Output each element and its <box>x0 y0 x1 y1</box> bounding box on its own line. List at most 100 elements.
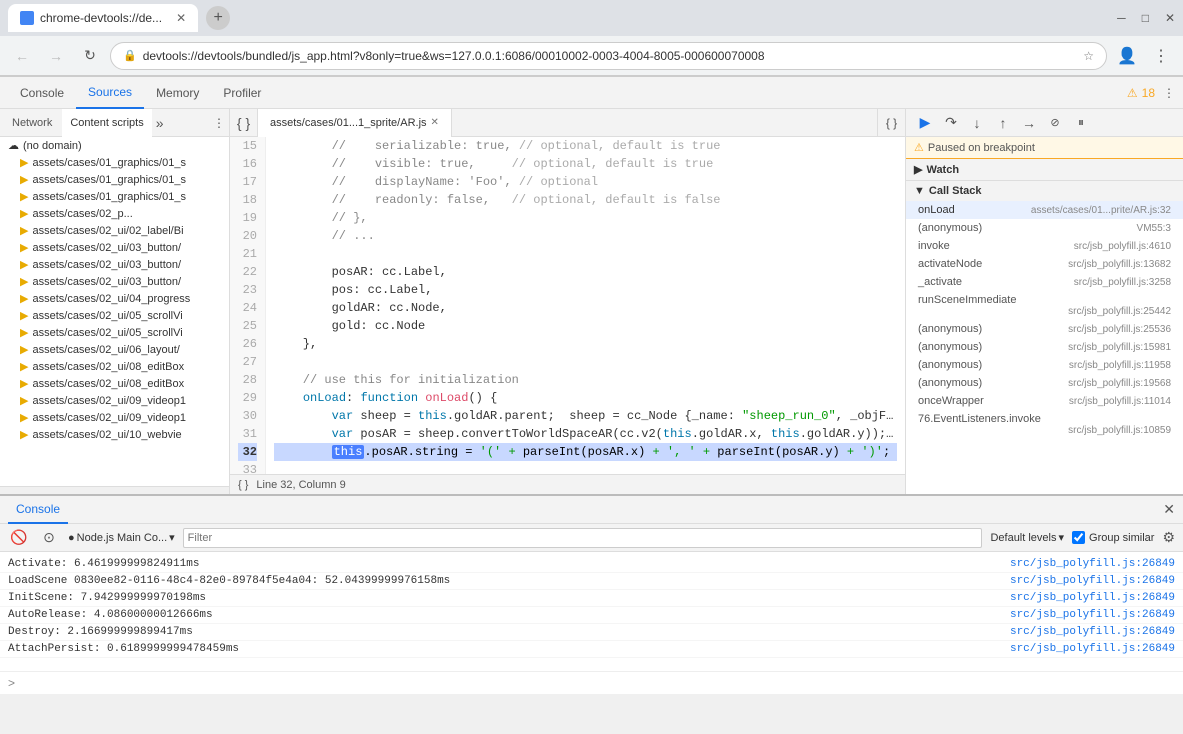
console-src[interactable]: src/jsb_polyfill.js:26849 <box>1010 643 1175 655</box>
call-stack-item[interactable]: (anonymous) src/jsb_polyfill.js:11958 <box>906 356 1183 374</box>
step-button[interactable]: → <box>1018 112 1040 134</box>
call-stack-item[interactable]: _activate src/jsb_polyfill.js:3258 <box>906 273 1183 291</box>
call-stack-fn: activateNode <box>918 258 982 270</box>
console-src[interactable]: src/jsb_polyfill.js:26849 <box>1010 558 1175 570</box>
code-line: gold: cc.Node <box>274 317 897 335</box>
list-item[interactable]: ▶ assets/cases/02_ui/03_button/ <box>0 239 229 256</box>
console-levels-selector[interactable]: Default levels ▾ <box>990 531 1064 544</box>
editor-tab-close-icon[interactable]: ✕ <box>431 117 439 128</box>
tab-more-icon[interactable]: » <box>156 115 164 131</box>
list-item[interactable]: ▶ assets/cases/02_ui/09_videop1 <box>0 409 229 426</box>
console-close-button[interactable]: ✕ <box>1163 501 1175 518</box>
console-tab-console[interactable]: Console <box>8 496 68 524</box>
user-icon[interactable]: 👤 <box>1113 42 1141 70</box>
breakpoint-status: ⚠ Paused on breakpoint <box>906 137 1183 159</box>
list-item[interactable]: ▶ assets/cases/01_graphics/01_s <box>0 188 229 205</box>
tab-console[interactable]: Console <box>8 77 76 109</box>
devtools-body: Network Content scripts » ⋮ ☁ (no domain… <box>0 109 1183 494</box>
console-src[interactable]: src/jsb_polyfill.js:26849 <box>1010 609 1175 621</box>
maximize-icon[interactable]: □ <box>1142 11 1149 25</box>
pause-on-exceptions-button[interactable]: ⏸ <box>1070 112 1092 134</box>
console-src[interactable]: src/jsb_polyfill.js:26849 <box>1010 575 1175 587</box>
folder-icon: ▶ <box>20 394 28 407</box>
call-stack-fn: (anonymous) <box>918 359 982 371</box>
tab-content-scripts[interactable]: Content scripts <box>62 109 151 137</box>
step-out-button[interactable]: ↑ <box>992 112 1014 134</box>
tab-profiler[interactable]: Profiler <box>211 77 273 109</box>
step-into-button[interactable]: ↓ <box>966 112 988 134</box>
file-panel-scrollbar[interactable] <box>0 486 229 494</box>
tab-sources[interactable]: Sources <box>76 77 144 109</box>
list-item[interactable]: ▶ assets/cases/01_graphics/01_s <box>0 154 229 171</box>
list-item[interactable]: ▶ assets/cases/02_ui/06_layout/ <box>0 341 229 358</box>
list-item[interactable]: ▶ assets/cases/02_p... <box>0 205 229 222</box>
browser-menu-icon[interactable]: ⋮ <box>1147 42 1175 70</box>
list-item[interactable]: ▶ assets/cases/02_ui/08_editBox <box>0 375 229 392</box>
console-settings-icon[interactable]: ⚙ <box>1162 529 1175 546</box>
code-line: // use this for initialization <box>274 371 897 389</box>
call-stack-loc: src/jsb_polyfill.js:15981 <box>1068 342 1171 353</box>
list-item[interactable]: ▶ assets/cases/02_ui/02_label/Bi <box>0 222 229 239</box>
forward-button[interactable]: → <box>42 42 70 70</box>
call-stack-item[interactable]: onceWrapper src/jsb_polyfill.js:11014 <box>906 392 1183 410</box>
call-stack-loc: src/jsb_polyfill.js:19568 <box>1068 378 1171 389</box>
list-item[interactable]: ▶ assets/cases/02_ui/09_videop1 <box>0 392 229 409</box>
deactivate-breakpoints-button[interactable]: ⊘ <box>1044 112 1066 134</box>
debug-panel-scroll: ▶ Watch ▼ Call Stack onLoad assets/cases… <box>906 159 1183 494</box>
list-item[interactable]: ▶ assets/cases/02_ui/04_progress <box>0 290 229 307</box>
back-button[interactable]: ← <box>8 42 36 70</box>
list-item[interactable]: ▶ assets/cases/02_ui/05_scrollVi <box>0 324 229 341</box>
address-bar[interactable]: 🔒 devtools://devtools/bundled/js_app.htm… <box>110 42 1107 70</box>
levels-label: Default levels <box>990 532 1056 544</box>
format-icon[interactable]: { } <box>238 479 248 491</box>
step-over-button[interactable]: ↷ <box>940 112 962 134</box>
list-item[interactable]: ☁ (no domain) <box>0 137 229 154</box>
list-item[interactable]: ▶ assets/cases/02_ui/08_editBox <box>0 358 229 375</box>
new-tab-button[interactable]: + <box>206 6 230 30</box>
call-stack-item[interactable]: activateNode src/jsb_polyfill.js:13682 <box>906 255 1183 273</box>
folder-icon: ▶ <box>20 360 28 373</box>
call-stack-item[interactable]: invoke src/jsb_polyfill.js:4610 <box>906 237 1183 255</box>
call-stack-loc: src/jsb_polyfill.js:25536 <box>1068 324 1171 335</box>
group-similar-checkbox[interactable] <box>1072 531 1085 544</box>
call-stack-item[interactable]: onLoad assets/cases/01...prite/AR.js:32 <box>906 201 1183 219</box>
browser-toolbar: ← → ↻ 🔒 devtools://devtools/bundled/js_a… <box>0 36 1183 76</box>
editor-tabs: { } assets/cases/01...1_sprite/AR.js ✕ {… <box>230 109 905 137</box>
editor-tab-file[interactable]: assets/cases/01...1_sprite/AR.js ✕ <box>258 109 452 137</box>
minimize-icon[interactable]: ─ <box>1117 11 1126 25</box>
list-item[interactable]: ▶ assets/cases/02_ui/05_scrollVi <box>0 307 229 324</box>
browser-tab[interactable]: chrome-devtools://de... ✕ <box>8 4 198 32</box>
tab-network[interactable]: Network <box>4 109 60 137</box>
format-icon[interactable]: { } <box>877 109 905 137</box>
console-filter-input[interactable] <box>183 528 983 548</box>
bookmark-icon[interactable]: ☆ <box>1083 49 1094 63</box>
call-stack-item[interactable]: (anonymous) src/jsb_polyfill.js:25536 <box>906 320 1183 338</box>
file-panel-options-icon[interactable]: ⋮ <box>213 116 225 130</box>
console-input[interactable] <box>19 677 1175 689</box>
tab-close-icon[interactable]: ✕ <box>176 11 186 25</box>
console-src[interactable]: src/jsb_polyfill.js:26849 <box>1010 592 1175 604</box>
clear-console-button[interactable]: 🚫 <box>8 527 30 549</box>
reload-button[interactable]: ↻ <box>76 42 104 70</box>
call-stack-item[interactable]: runSceneImmediate src/jsb_polyfill.js:25… <box>906 291 1183 320</box>
call-stack-section-header[interactable]: ▼ Call Stack <box>906 181 1183 201</box>
tab-memory[interactable]: Memory <box>144 77 211 109</box>
call-stack-item[interactable]: (anonymous) VM55:3 <box>906 219 1183 237</box>
call-stack-item[interactable]: (anonymous) src/jsb_polyfill.js:19568 <box>906 374 1183 392</box>
resume-button[interactable]: ▶ <box>914 112 936 134</box>
list-item[interactable]: ▶ assets/cases/02_ui/03_button/ <box>0 256 229 273</box>
call-stack-item[interactable]: 76.EventListeners.invoke src/jsb_polyfil… <box>906 410 1183 439</box>
list-item[interactable]: ▶ assets/cases/02_ui/03_button/ <box>0 273 229 290</box>
warning-count: 18 <box>1142 86 1155 100</box>
watch-section-header[interactable]: ▶ Watch <box>906 159 1183 180</box>
close-icon[interactable]: ✕ <box>1165 11 1175 25</box>
console-src[interactable]: src/jsb_polyfill.js:26849 <box>1010 626 1175 638</box>
devtools-more-menu[interactable]: ⋮ <box>1163 86 1175 100</box>
call-stack-item[interactable]: (anonymous) src/jsb_polyfill.js:15981 <box>906 338 1183 356</box>
editor-tab-btn[interactable]: { } <box>230 109 258 137</box>
list-item[interactable]: ▶ assets/cases/01_graphics/01_s <box>0 171 229 188</box>
list-item[interactable]: ▶ assets/cases/02_ui/10_webvie <box>0 426 229 443</box>
code-line <box>274 245 897 263</box>
console-top-button[interactable]: ⊙ <box>38 527 60 549</box>
console-context-selector[interactable]: ● Node.js Main Co... ▾ <box>68 531 175 544</box>
